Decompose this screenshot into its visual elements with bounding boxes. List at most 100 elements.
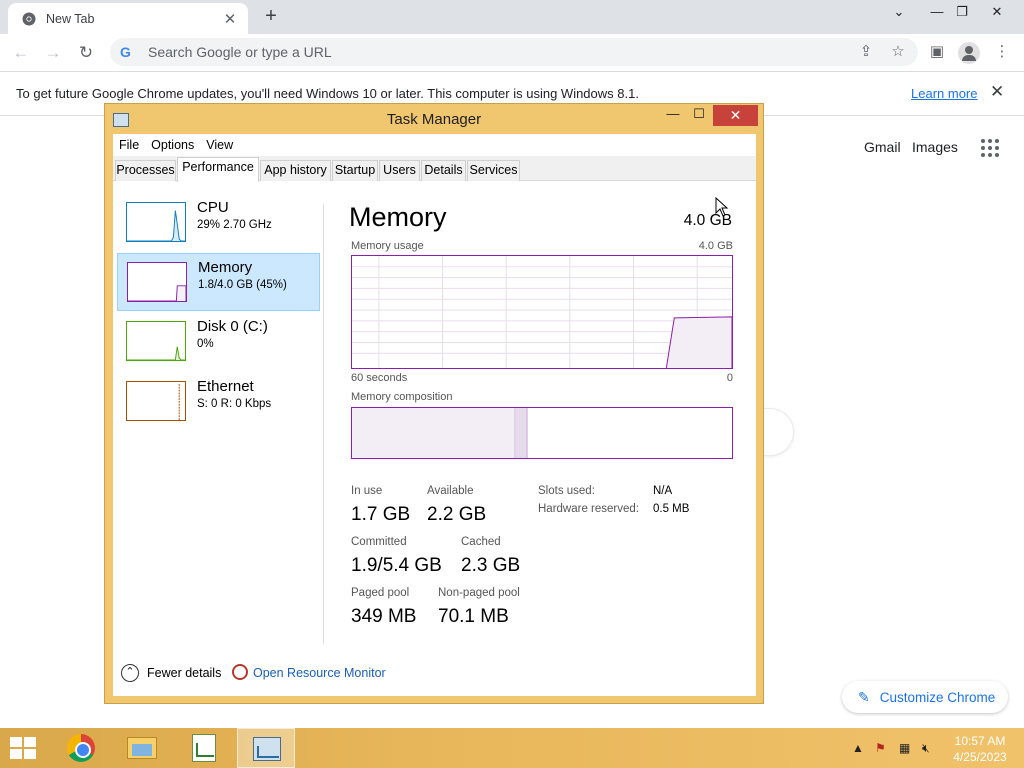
perf-item-ethernet[interactable]: Ethernet S: 0 R: 0 Kbps [117, 373, 320, 431]
tab-services[interactable]: Services [467, 160, 520, 181]
chrome-toolbar: ← → ↻ G Search Google or type a URL ⇪ ☆ … [0, 34, 1024, 72]
cached-value: 2.3 GB [461, 555, 521, 576]
perf-item-cpu[interactable]: CPU 29% 2.70 GHz [117, 194, 320, 252]
graph-time-left: 60 seconds [351, 372, 408, 384]
tab-app-history[interactable]: App history [260, 160, 331, 181]
task-manager-window: Task Manager — ☐ ✕ File Options View Pro… [104, 103, 764, 704]
new-tab-button[interactable]: + [260, 5, 282, 27]
graph-time-right: 0 [726, 372, 733, 384]
perf-item-detail: 29% 2.70 GHz [197, 219, 272, 231]
taskbar-chrome[interactable] [51, 728, 109, 768]
task-manager-icon [253, 737, 281, 761]
tm-close-icon[interactable]: ✕ [713, 105, 758, 126]
menu-options[interactable]: Options [145, 134, 200, 156]
available-value: 2.2 GB [427, 504, 487, 525]
perf-item-name: Ethernet [197, 378, 254, 395]
tm-maximize-icon[interactable]: ☐ [686, 106, 712, 126]
perf-item-memory[interactable]: Memory 1.8/4.0 GB (45%) [117, 253, 320, 311]
tm-menubar: File Options View [113, 134, 756, 156]
windows-taskbar: ▲ ⚑ ▦ 🔇︎ 10:57 AM 4/25/2023 [0, 728, 1024, 768]
action-center-flag-icon[interactable]: ⚑ [875, 741, 886, 755]
chrome-icon [67, 734, 95, 762]
mouse-cursor-icon [715, 197, 729, 217]
clock-time[interactable]: 10:57 AM [945, 734, 1015, 748]
omnibox[interactable]: G Search Google or type a URL ⇪ ☆ [110, 38, 918, 66]
fewer-details-button[interactable]: Fewer details [147, 666, 221, 680]
perf-item-name: Memory [198, 259, 253, 276]
volume-muted-icon[interactable]: 🔇︎ [922, 741, 930, 756]
windows-start-icon[interactable] [10, 737, 38, 761]
tm-tabs: Processes Performance App history Startu… [113, 156, 756, 182]
gmail-link[interactable]: Gmail [864, 139, 901, 155]
notepad-plus-plus-icon [192, 734, 216, 762]
infobar-close-icon[interactable]: ✕ [990, 82, 1004, 102]
tab-users[interactable]: Users [379, 160, 420, 181]
tab-processes[interactable]: Processes [115, 160, 176, 181]
taskbar-task-manager[interactable] [237, 728, 295, 768]
memory-thumbnail-graph [127, 262, 187, 302]
tm-minimize-icon[interactable]: — [660, 106, 686, 126]
menu-kebab-icon[interactable]: ⋮ [990, 40, 1014, 64]
customize-chrome-button[interactable]: ✎ Customize Chrome [842, 681, 1008, 713]
chevron-up-circle-icon[interactable]: ⌃ [121, 664, 139, 682]
ethernet-thumbnail-graph [126, 381, 186, 421]
memory-composition-bar [351, 407, 733, 459]
tab-title: New Tab [46, 11, 95, 26]
slots-used-value: N/A [653, 485, 673, 497]
committed-value: 1.9/5.4 GB [351, 555, 442, 576]
forward-icon[interactable]: → [40, 40, 66, 66]
close-window-icon[interactable]: ✕ [980, 0, 1014, 28]
memory-usage-label: Memory usage [351, 240, 424, 252]
in-use-label: In use [351, 485, 383, 497]
menu-file[interactable]: File [113, 134, 145, 156]
perf-item-detail: S: 0 R: 0 Kbps [197, 398, 272, 410]
hardware-reserved-label: Hardware reserved: [538, 503, 639, 515]
tab-performance[interactable]: Performance [177, 157, 259, 182]
restore-icon[interactable]: ❐ [945, 0, 979, 28]
tab-close-icon[interactable]: ✕ [222, 10, 238, 28]
in-use-value: 1.7 GB [351, 504, 411, 525]
reload-icon[interactable]: ↻ [73, 40, 99, 66]
memory-usage-graph [351, 255, 733, 369]
perf-item-name: Disk 0 (C:) [197, 318, 268, 335]
back-icon[interactable]: ← [8, 40, 34, 66]
infobar-message: To get future Google Chrome updates, you… [16, 86, 639, 101]
memory-usage-max: 4.0 GB [698, 240, 733, 252]
tm-titlebar[interactable]: Task Manager — ☐ ✕ [105, 104, 763, 134]
file-explorer-icon [127, 737, 157, 759]
network-icon[interactable]: ▦ [899, 741, 910, 755]
tm-client-area: File Options View Processes Performance … [113, 134, 756, 696]
taskbar-file-explorer[interactable] [113, 728, 171, 768]
tab-startup[interactable]: Startup [332, 160, 378, 181]
clock-date[interactable]: 4/25/2023 [945, 750, 1015, 764]
perf-item-detail: 1.8/4.0 GB (45%) [198, 279, 287, 291]
profile-avatar-icon[interactable] [958, 42, 980, 64]
google-g-icon: G [120, 44, 131, 60]
side-panel-icon[interactable]: ▣ [925, 40, 949, 64]
learn-more-link[interactable]: Learn more [911, 86, 977, 101]
taskbar-notepad-plus-plus[interactable] [175, 728, 233, 768]
images-link[interactable]: Images [912, 139, 958, 155]
panel-divider [323, 204, 324, 644]
google-apps-icon[interactable] [981, 139, 999, 157]
memory-heading: Memory [349, 202, 447, 232]
open-resource-monitor-link[interactable]: Open Resource Monitor [253, 666, 386, 680]
menu-view[interactable]: View [200, 134, 239, 156]
perf-item-disk[interactable]: Disk 0 (C:) 0% [117, 313, 320, 371]
bookmark-star-icon[interactable]: ☆ [888, 42, 908, 62]
slots-used-label: Slots used: [538, 485, 595, 497]
non-paged-pool-value: 70.1 MB [438, 606, 509, 627]
available-label: Available [427, 485, 474, 497]
omnibox-placeholder: Search Google or type a URL [148, 44, 332, 60]
perf-item-detail: 0% [197, 338, 214, 350]
tab-details[interactable]: Details [421, 160, 466, 181]
tray-overflow-icon[interactable]: ▲ [852, 741, 864, 755]
non-paged-pool-label: Non-paged pool [438, 587, 520, 599]
tab-search-icon[interactable]: ⌄ [882, 0, 916, 28]
paged-pool-value: 349 MB [351, 606, 417, 627]
cpu-thumbnail-graph [126, 202, 186, 242]
hardware-reserved-value: 0.5 MB [653, 503, 690, 515]
pencil-icon: ✎ [858, 688, 870, 705]
tab-new-tab[interactable]: New Tab ✕ [8, 3, 248, 34]
share-icon[interactable]: ⇪ [856, 42, 876, 62]
